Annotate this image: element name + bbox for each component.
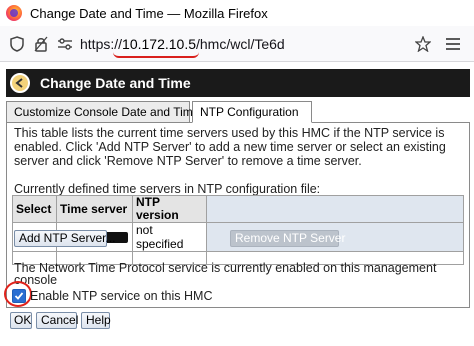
dialog-title: Change Date and Time [40,75,191,91]
ntp-status-text: The Network Time Protocol service is cur… [14,261,437,287]
enable-ntp-row[interactable]: Enable NTP service on this HMC [12,289,212,303]
table-header-row: Select Time server NTP version [12,195,464,223]
column-header-select[interactable]: Select [12,195,57,223]
host-underline-annotation [113,52,199,58]
shield-icon[interactable] [6,33,28,55]
firefox-logo-icon [6,5,22,21]
enable-ntp-checkbox[interactable] [12,289,26,303]
description-text: This table lists the current time server… [14,126,446,168]
url-path: /hmc/wcl/Te6d [196,35,285,52]
url-host: 10.172.10.5 [122,35,196,52]
enable-ntp-label[interactable]: Enable NTP service on this HMC [30,289,212,303]
table-caption: Currently defined time servers in NTP co… [14,182,321,196]
back-arrow-icon[interactable] [10,73,30,93]
tab-ntp-configuration[interactable]: NTP Configuration [192,101,312,123]
url-text[interactable]: https://10.172.10.5/hmc/wcl/Te6d [80,35,285,58]
column-header-time-server[interactable]: Time server [56,195,133,223]
tab-customize-console-date-time[interactable]: Customize Console Date and Time [6,101,199,123]
help-button[interactable]: Help [81,312,111,329]
ok-button[interactable]: OK [10,312,32,329]
window-title: Change Date and Time — Mozilla Firefox [30,5,268,21]
window-titlebar: Change Date and Time — Mozilla Firefox [0,0,474,26]
tab-bar: Customize Console Date and Time NTP Conf… [6,101,470,123]
bookmark-star-icon[interactable] [412,33,434,55]
url-scheme: https:// [80,35,123,52]
dialog-header: Change Date and Time [6,69,470,97]
add-ntp-server-button[interactable]: Add NTP Server... [14,230,116,247]
hamburger-menu-icon[interactable] [442,33,464,55]
cancel-button[interactable]: Cancel [36,312,78,329]
table-header-filler [206,195,464,223]
url-bar[interactable]: https://10.172.10.5/hmc/wcl/Te6d [0,26,474,62]
lock-icon[interactable] [30,33,52,55]
ntp-version-cell: not specified [132,222,207,252]
column-header-ntp-version[interactable]: NTP version [132,195,207,223]
permissions-icon[interactable] [54,33,76,55]
remove-ntp-server-button[interactable]: Remove NTP Server [230,230,345,247]
